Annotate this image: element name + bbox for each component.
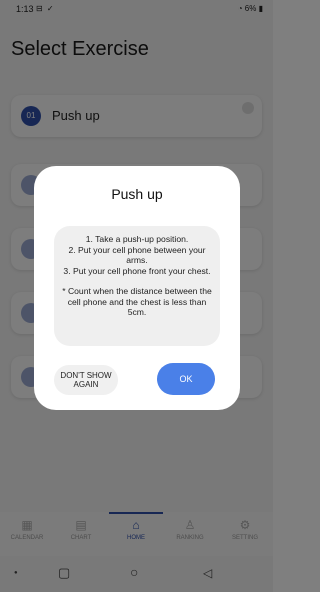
dialog-title: Push up [111, 186, 163, 202]
instruction-step: 3. Put your cell phone front your chest. [63, 265, 211, 276]
instruction-step: 1. Take a push-up position. [85, 234, 189, 244]
instruction-note: * Count when the distance between the ce… [62, 286, 212, 317]
exercise-info-dialog: Push up 1. Take a push-up position. 2. P… [34, 166, 240, 410]
instruction-step: 2. Put your cell phone between your arms… [68, 244, 206, 266]
ok-button[interactable]: OK [157, 363, 215, 395]
dont-show-again-button[interactable]: DON'T SHOW AGAIN [54, 365, 118, 395]
instructions-panel: 1. Take a push-up position. 2. Put your … [54, 226, 220, 346]
